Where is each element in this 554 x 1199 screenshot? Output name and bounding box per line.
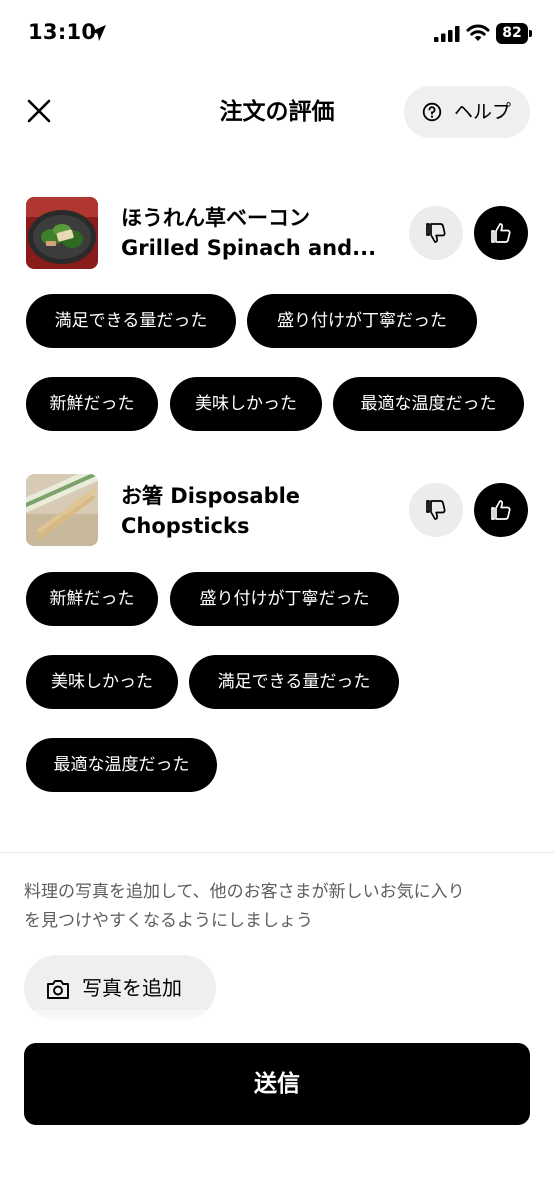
tag-chip[interactable]: 満足できる量だった (189, 655, 399, 709)
thumbs-down-button[interactable] (409, 206, 463, 260)
location-arrow-icon (90, 25, 106, 41)
submit-button[interactable]: 送信 (24, 1043, 530, 1125)
scroll-fade (0, 1010, 554, 1034)
tag-chip[interactable]: 新鮮だった (26, 572, 158, 626)
thumbs-up-button[interactable] (474, 483, 528, 537)
battery-level: 82 (496, 23, 528, 44)
item-name: ほうれん草ベーコン Grilled Spinach and... (121, 203, 391, 263)
thumbs-down-icon (426, 223, 446, 243)
close-icon[interactable] (24, 96, 54, 126)
item-name-line1: ほうれん草ベーコン (121, 206, 310, 230)
section-divider (0, 852, 554, 853)
wifi-icon (466, 24, 490, 41)
photo-hint-text: 料理の写真を追加して、他のお客さまが新しいお気に入り を見つけやすくなるようにし… (24, 878, 534, 936)
rate-order-screen: 13:10 82 注文の評価 ヘルプ ほうれん草ベーコン Grilled Spi… (0, 0, 554, 1199)
tag-chip[interactable]: 美味しかった (26, 655, 178, 709)
item-name-line2: Grilled Spinach and... (121, 236, 377, 260)
tag-chip[interactable]: 盛り付けが丁寧だった (170, 572, 399, 626)
thumbs-up-icon (491, 500, 511, 520)
tag-chip[interactable]: 満足できる量だった (26, 294, 236, 348)
thumbs-down-icon (426, 500, 446, 520)
spinach-bacon-dish-image (26, 197, 98, 269)
status-time: 13:10 (28, 20, 97, 44)
battery-cap (529, 30, 532, 37)
thumbs-down-button[interactable] (409, 483, 463, 537)
item-name: お箸 Disposable Chopsticks (121, 481, 391, 541)
item-thumbnail-spinach (26, 197, 98, 269)
item-name-line1: お箸 Disposable (121, 484, 301, 508)
help-circle-icon (422, 102, 442, 122)
thumbs-up-button[interactable] (474, 206, 528, 260)
tag-chip[interactable]: 最適な温度だった (26, 738, 217, 792)
tag-chip[interactable]: 新鮮だった (26, 377, 158, 431)
battery-indicator: 82 (496, 23, 532, 44)
status-bar: 13:10 82 (0, 0, 554, 70)
item-thumbnail-chopsticks (26, 474, 98, 546)
photo-hint-line2: を見つけやすくなるようにしましょう (24, 911, 313, 931)
tag-chip[interactable]: 盛り付けが丁寧だった (247, 294, 477, 348)
help-button[interactable]: ヘルプ (404, 86, 530, 138)
chopsticks-image (26, 474, 98, 546)
help-label: ヘルプ (454, 101, 512, 123)
camera-icon (47, 980, 69, 999)
thumbs-up-icon (491, 223, 511, 243)
add-photo-label: 写真を追加 (82, 976, 182, 1000)
signal-icon (434, 26, 460, 42)
item-name-line2: Chopsticks (121, 514, 250, 538)
photo-hint-line1: 料理の写真を追加して、他のお客さまが新しいお気に入り (24, 882, 465, 902)
tag-chip[interactable]: 最適な温度だった (333, 377, 524, 431)
tag-chip[interactable]: 美味しかった (170, 377, 322, 431)
